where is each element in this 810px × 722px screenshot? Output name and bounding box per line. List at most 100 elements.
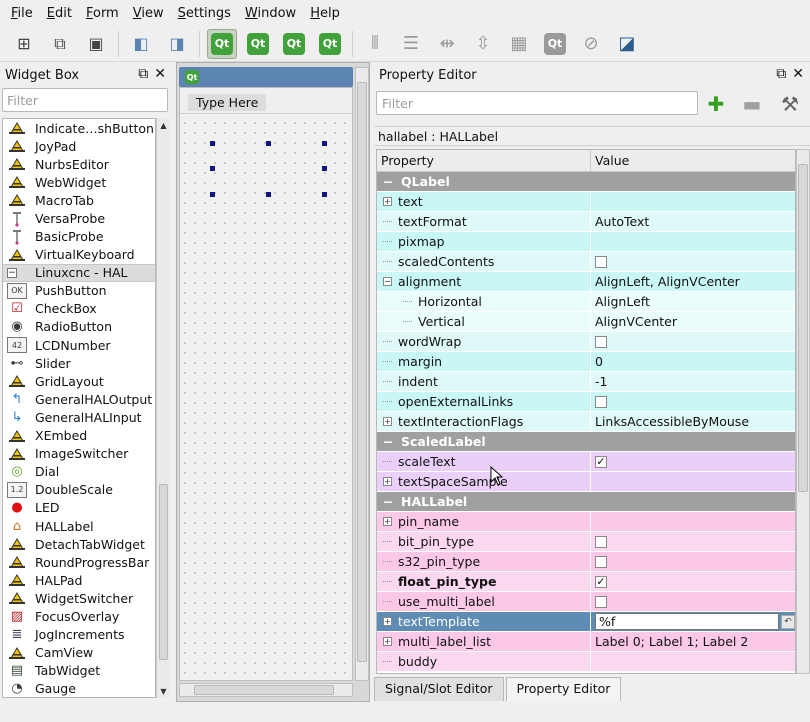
form-canvas[interactable]: Type Here: [179, 87, 353, 681]
edit-buddies-button[interactable]: Qt: [279, 29, 309, 59]
property-row[interactable]: pixmap: [377, 232, 795, 252]
expand-icon[interactable]: +: [383, 417, 392, 426]
property-value-cell[interactable]: AlignLeft, AlignVCenter: [591, 272, 795, 291]
collapse-icon[interactable]: −: [383, 174, 393, 189]
tab-signal-slot-editor[interactable]: Signal/Slot Editor: [374, 677, 504, 701]
property-value-cell[interactable]: [591, 252, 795, 271]
selection-handle[interactable]: [210, 166, 215, 171]
tab-property-editor[interactable]: Property Editor: [505, 677, 622, 701]
menu-item[interactable]: Window: [238, 6, 303, 21]
property-row[interactable]: scaleText ✓: [377, 452, 795, 472]
layout-horizontal-button[interactable]: ⦀: [360, 29, 390, 59]
expand-icon[interactable]: +: [383, 637, 392, 646]
property-value-cell[interactable]: [591, 472, 795, 491]
widget-list-item[interactable]: WebWidget: [3, 173, 155, 191]
scrollbar-thumb[interactable]: [194, 685, 334, 695]
form-vertical-scrollbar[interactable]: [355, 67, 369, 681]
value-column-header[interactable]: Value: [591, 150, 629, 171]
property-row[interactable]: openExternalLinks: [377, 392, 795, 412]
save-form-button[interactable]: ▣: [81, 29, 111, 59]
widget-list-item[interactable]: Indicate…shButton: [3, 119, 155, 137]
property-checkbox[interactable]: [595, 595, 607, 608]
property-value-cell[interactable]: ✓: [591, 452, 795, 471]
property-row[interactable]: bit_pin_type: [377, 532, 795, 552]
property-value-cell[interactable]: [591, 392, 795, 411]
property-row[interactable]: + pin_name: [377, 512, 795, 532]
property-row[interactable]: margin 0: [377, 352, 795, 372]
property-checkbox[interactable]: [595, 535, 607, 548]
layout-h-splitter-button[interactable]: ⇹: [432, 29, 462, 59]
property-row[interactable]: + textInteractionFlags LinksAccessibleByMo…: [377, 412, 795, 432]
widget-list-item[interactable]: GridLayout: [3, 372, 155, 390]
property-row[interactable]: wordWrap: [377, 332, 795, 352]
property-row[interactable]: float_pin_type ✓: [377, 572, 795, 592]
edit-signals-button[interactable]: Qt: [243, 29, 273, 59]
property-checkbox[interactable]: [595, 555, 607, 568]
property-value-cell[interactable]: Label 0; Label 1; Label 2: [591, 632, 795, 651]
menu-item[interactable]: View: [126, 6, 171, 21]
widget-list-item[interactable]: 42 LCDNumber: [3, 336, 155, 354]
property-value-cell[interactable]: [591, 552, 795, 571]
widget-list-item[interactable]: VersaProbe: [3, 209, 155, 227]
remove-dynamic-property-button[interactable]: ▬: [738, 90, 766, 118]
edit-tab-order-button[interactable]: Qt: [315, 29, 345, 59]
property-value-cell[interactable]: [591, 232, 795, 251]
property-checkbox[interactable]: [595, 335, 607, 348]
widget-list-item[interactable]: ☑ CheckBox: [3, 300, 155, 318]
collapse-icon[interactable]: −: [383, 434, 393, 449]
widget-list-item[interactable]: ▨ FocusOverlay: [3, 607, 155, 625]
menu-item[interactable]: Form: [79, 6, 126, 21]
menu-item[interactable]: Edit: [40, 6, 79, 21]
widget-list-item[interactable]: VirtualKeyboard: [3, 246, 155, 264]
property-row[interactable]: + multi_label_list Label 0; Label 1; Label…: [377, 632, 795, 652]
widget-list-item[interactable]: NurbsEditor: [3, 155, 155, 173]
selection-handle[interactable]: [266, 192, 271, 197]
float-dock-icon[interactable]: ⧉: [776, 66, 786, 82]
property-row[interactable]: s32_pin_type: [377, 552, 795, 572]
form-window-titlebar[interactable]: Qt: [179, 67, 353, 87]
widget-category-header[interactable]: − Linuxcnc - HAL: [3, 263, 155, 282]
expand-icon[interactable]: +: [383, 197, 392, 206]
collapse-icon[interactable]: −: [7, 267, 17, 278]
layout-grid-button[interactable]: ▦: [504, 29, 534, 59]
property-checkbox[interactable]: [595, 395, 607, 408]
property-value-cell[interactable]: [591, 332, 795, 351]
property-value-cell[interactable]: ✓: [591, 572, 795, 591]
property-value-editor[interactable]: %f: [595, 613, 779, 630]
property-row[interactable]: scaledContents: [377, 252, 795, 272]
collapse-icon[interactable]: −: [383, 277, 392, 286]
property-value-cell[interactable]: LinksAccessibleByMouse: [591, 412, 795, 431]
property-row[interactable]: use_multi_label: [377, 592, 795, 612]
close-dock-icon[interactable]: ✕: [154, 66, 166, 82]
menu-item[interactable]: Settings: [171, 6, 238, 21]
property-value-cell[interactable]: [591, 532, 795, 551]
property-filter-input[interactable]: [376, 91, 698, 115]
type-here-placeholder[interactable]: Type Here: [188, 94, 267, 111]
selection-handle[interactable]: [322, 192, 327, 197]
property-row[interactable]: + textTemplate %f ↶: [377, 612, 795, 632]
widget-list-item[interactable]: BasicProbe: [3, 228, 155, 246]
widget-list-item[interactable]: ▤ TabWidget: [3, 662, 155, 680]
widget-list-scrollbar[interactable]: ▲ ▼: [156, 118, 170, 698]
form-horizontal-scrollbar[interactable]: [179, 683, 353, 697]
property-value-cell[interactable]: AutoText: [591, 212, 795, 231]
property-table-scrollbar[interactable]: [796, 149, 810, 674]
add-dynamic-property-button[interactable]: ✚: [702, 90, 730, 118]
reset-value-icon[interactable]: ↶: [781, 614, 795, 629]
widget-list-item[interactable]: ↳ GeneralHALInput: [3, 408, 155, 426]
property-row[interactable]: + text: [377, 192, 795, 212]
scroll-down-arrow-icon[interactable]: ▼: [157, 684, 170, 698]
widget-list-item[interactable]: RoundProgressBar: [3, 553, 155, 571]
layout-vertical-button[interactable]: ☰: [396, 29, 426, 59]
selection-handle[interactable]: [210, 141, 215, 146]
send-to-back-button[interactable]: ◧: [126, 29, 156, 59]
open-form-button[interactable]: ⧉: [45, 29, 75, 59]
scrollbar-thumb[interactable]: [159, 484, 168, 660]
menu-item[interactable]: File: [4, 6, 40, 21]
widget-list-item[interactable]: JoyPad: [3, 137, 155, 155]
layout-form-button[interactable]: Qt: [540, 29, 570, 59]
property-value-cell[interactable]: %f ↶: [591, 612, 795, 631]
widget-list-item[interactable]: ◔ Gauge: [3, 680, 155, 697]
expand-icon[interactable]: +: [383, 477, 392, 486]
property-checkbox[interactable]: ✓: [595, 455, 607, 468]
